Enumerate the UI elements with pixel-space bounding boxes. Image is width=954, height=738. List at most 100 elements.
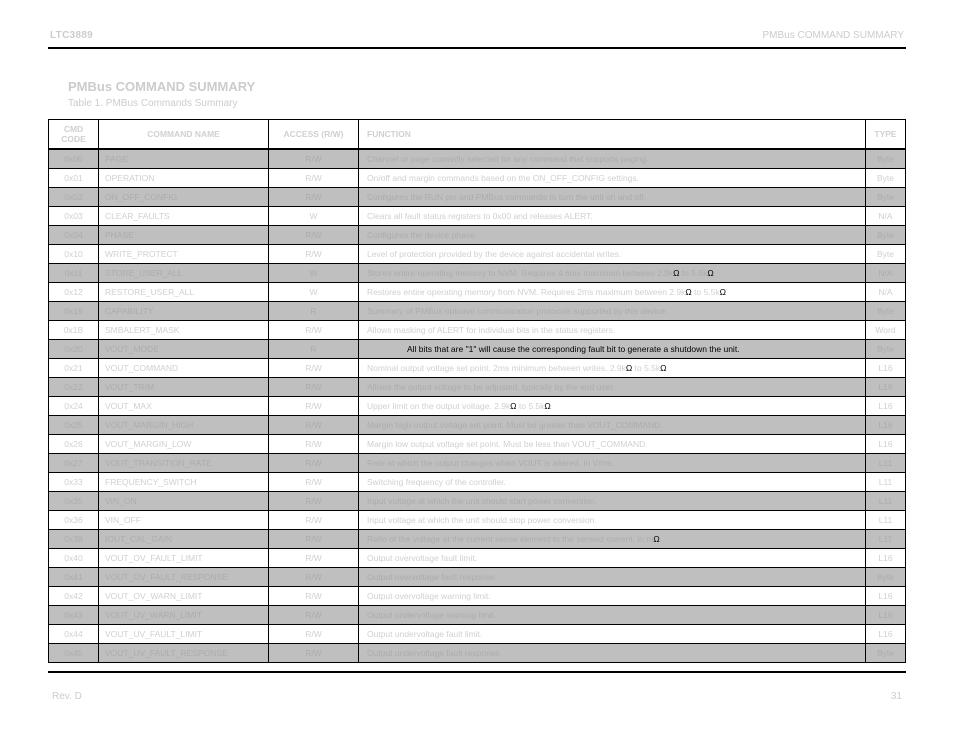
table-row: 0x21VOUT_COMMANDR/WNominal output voltag… <box>49 359 906 378</box>
page-footer: Rev. D 31 <box>48 691 906 702</box>
cell-command-name: FREQUENCY_SWITCH <box>99 473 269 492</box>
cell-access: R/W <box>269 530 359 549</box>
cell-cmd-code: 0x42 <box>49 587 99 606</box>
cell-cmd-code: 0x24 <box>49 397 99 416</box>
cell-function: Allows the output voltage to be adjusted… <box>359 378 866 397</box>
cell-command-name: VOUT_UV_WARN_LIMIT <box>99 606 269 625</box>
table-row: 0x43VOUT_UV_WARN_LIMITR/WOutput undervol… <box>49 606 906 625</box>
cell-access: R/W <box>269 416 359 435</box>
cell-cmd-code: 0x43 <box>49 606 99 625</box>
cell-cmd-code: 0x1B <box>49 321 99 340</box>
cell-cmd-code: 0x41 <box>49 568 99 587</box>
table-row: 0x01OPERATIONR/WOn/off and margin comman… <box>49 169 906 188</box>
table-row: 0x22VOUT_TRIMR/WAllows the output voltag… <box>49 378 906 397</box>
cell-access: R <box>269 302 359 321</box>
cell-type: Byte <box>866 188 906 207</box>
cell-type: L11 <box>866 454 906 473</box>
cell-type: L11 <box>866 511 906 530</box>
cell-cmd-code: 0x01 <box>49 169 99 188</box>
cell-function: Channel or page currently selected for a… <box>359 149 866 169</box>
cell-access: R/W <box>269 378 359 397</box>
cell-type: Byte <box>866 226 906 245</box>
cell-function: Configures the RUN pin and PMBus command… <box>359 188 866 207</box>
cell-function: Configures the device phase. <box>359 226 866 245</box>
table-row: 0x02ON_OFF_CONFIGR/WConfigures the RUN p… <box>49 188 906 207</box>
cell-access: R/W <box>269 492 359 511</box>
cell-command-name: SMBALERT_MASK <box>99 321 269 340</box>
table-row: 0x40VOUT_OV_FAULT_LIMITR/WOutput overvol… <box>49 549 906 568</box>
cell-access: R/W <box>269 625 359 644</box>
section-title: PMBus COMMAND SUMMARY <box>68 79 906 94</box>
table-row: 0x26VOUT_MARGIN_LOWR/WMargin low output … <box>49 435 906 454</box>
cell-type: L16 <box>866 359 906 378</box>
cell-function: Margin low output voltage set point. Mus… <box>359 435 866 454</box>
cell-access: R/W <box>269 568 359 587</box>
cell-cmd-code: 0x27 <box>49 454 99 473</box>
cell-access: R/W <box>269 149 359 169</box>
cell-access: R/W <box>269 454 359 473</box>
table-row: 0x1BSMBALERT_MASKR/WAllows masking of AL… <box>49 321 906 340</box>
table-row: 0x03CLEAR_FAULTSWClears all fault status… <box>49 207 906 226</box>
page-header: LTC3889 PMBus COMMAND SUMMARY <box>48 30 906 47</box>
cell-type: Byte <box>866 149 906 169</box>
cell-type: Byte <box>866 245 906 264</box>
cell-cmd-code: 0x10 <box>49 245 99 264</box>
cell-command-name: CLEAR_FAULTS <box>99 207 269 226</box>
cell-type: L16 <box>866 606 906 625</box>
table-row: 0x36VIN_OFFR/WInput voltage at which the… <box>49 511 906 530</box>
cell-function: Restores entire operating memory from NV… <box>359 283 866 302</box>
cell-function: Level of protection provided by the devi… <box>359 245 866 264</box>
cell-cmd-code: 0x11 <box>49 264 99 283</box>
page: LTC3889 PMBus COMMAND SUMMARY PMBus COMM… <box>0 0 954 738</box>
cell-cmd-code: 0x33 <box>49 473 99 492</box>
table-row: 0x44VOUT_UV_FAULT_LIMITR/WOutput undervo… <box>49 625 906 644</box>
col-function: FUNCTION <box>359 120 866 150</box>
cell-cmd-code: 0x00 <box>49 149 99 169</box>
cell-command-name: PHASE <box>99 226 269 245</box>
cell-command-name: VOUT_OV_FAULT_LIMIT <box>99 549 269 568</box>
cell-command-name: VOUT_MARGIN_HIGH <box>99 416 269 435</box>
table-row: 0x38IOUT_CAL_GAINR/WRatio of the voltage… <box>49 530 906 549</box>
table-row: 0x10WRITE_PROTECTR/WLevel of protection … <box>49 245 906 264</box>
cell-command-name: OPERATION <box>99 169 269 188</box>
pmbus-commands-table: CMD CODE COMMAND NAME ACCESS (R/W) FUNCT… <box>48 119 906 663</box>
table-row: 0x35VIN_ONR/WInput voltage at which the … <box>49 492 906 511</box>
cell-command-name: RESTORE_USER_ALL <box>99 283 269 302</box>
col-type: TYPE <box>866 120 906 150</box>
cell-cmd-code: 0x26 <box>49 435 99 454</box>
cell-command-name: VOUT_COMMAND <box>99 359 269 378</box>
cell-type: Byte <box>866 644 906 663</box>
cell-access: R/W <box>269 435 359 454</box>
cell-cmd-code: 0x03 <box>49 207 99 226</box>
cell-function: Allows masking of ALERT for individual b… <box>359 321 866 340</box>
cell-cmd-code: 0x19 <box>49 302 99 321</box>
cell-access: R/W <box>269 359 359 378</box>
table-row: 0x19CAPABILITYRSummary of PMBus optional… <box>49 302 906 321</box>
table-row: 0x27VOUT_TRANSITION_RATER/WRate at which… <box>49 454 906 473</box>
cell-function: On/off and margin commands based on the … <box>359 169 866 188</box>
cell-type: L11 <box>866 492 906 511</box>
cell-function: Ratio of the voltage at the current sens… <box>359 530 866 549</box>
cell-type: Byte <box>866 340 906 359</box>
cell-function: Clears all fault status registers to 0x0… <box>359 207 866 226</box>
cell-function: Output undervoltage warning limit. <box>359 606 866 625</box>
cell-function: Stores entire operating memory to NVM. R… <box>359 264 866 283</box>
cell-function: Margin high output voltage set point. Mu… <box>359 416 866 435</box>
cell-access: R/W <box>269 549 359 568</box>
cell-type: L16 <box>866 435 906 454</box>
cell-function: Output undervoltage fault response. <box>359 644 866 663</box>
cell-command-name: VOUT_MODE <box>99 340 269 359</box>
cell-type: L11 <box>866 530 906 549</box>
cell-type: L11 <box>866 473 906 492</box>
cell-command-name: VIN_OFF <box>99 511 269 530</box>
cell-access: R/W <box>269 587 359 606</box>
cell-access: R/W <box>269 644 359 663</box>
cell-type: L16 <box>866 625 906 644</box>
cell-type: L16 <box>866 416 906 435</box>
cell-command-name: VOUT_MARGIN_LOW <box>99 435 269 454</box>
cell-command-name: ON_OFF_CONFIG <box>99 188 269 207</box>
cell-access: R/W <box>269 321 359 340</box>
footer-page-number: 31 <box>891 691 902 702</box>
cell-command-name: VOUT_OV_WARN_LIMIT <box>99 587 269 606</box>
cell-cmd-code: 0x44 <box>49 625 99 644</box>
